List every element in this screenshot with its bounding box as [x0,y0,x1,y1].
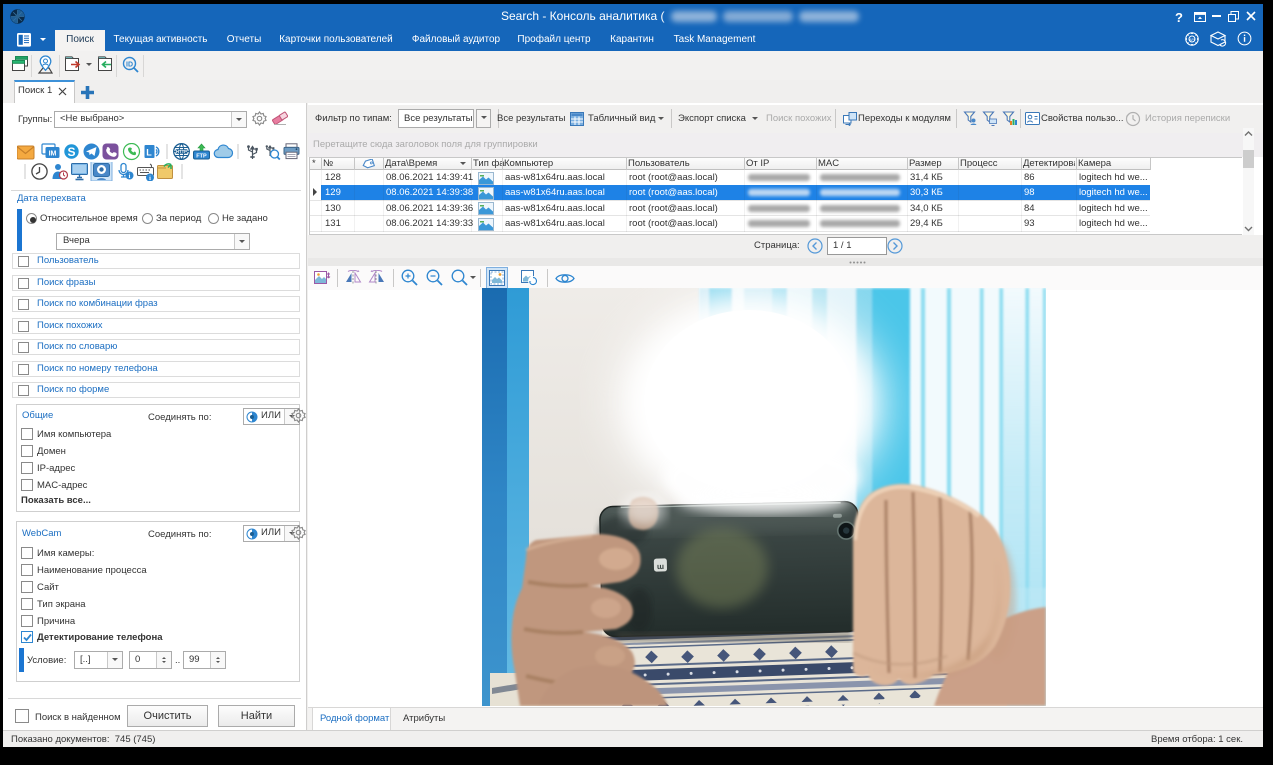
svg-text:IM: IM [49,151,57,158]
svg-text:FTP: FTP [196,154,207,160]
svg-text:ɯ: ɯ [657,562,664,571]
svg-text:S: S [67,145,75,159]
svg-text:i: i [129,173,131,180]
svg-text:L: L [146,148,152,158]
svg-text:i: i [149,175,151,181]
svg-text:API: API [1189,38,1195,42]
svg-text:HTTP: HTTP [176,149,187,154]
svg-text:ID: ID [126,61,133,68]
